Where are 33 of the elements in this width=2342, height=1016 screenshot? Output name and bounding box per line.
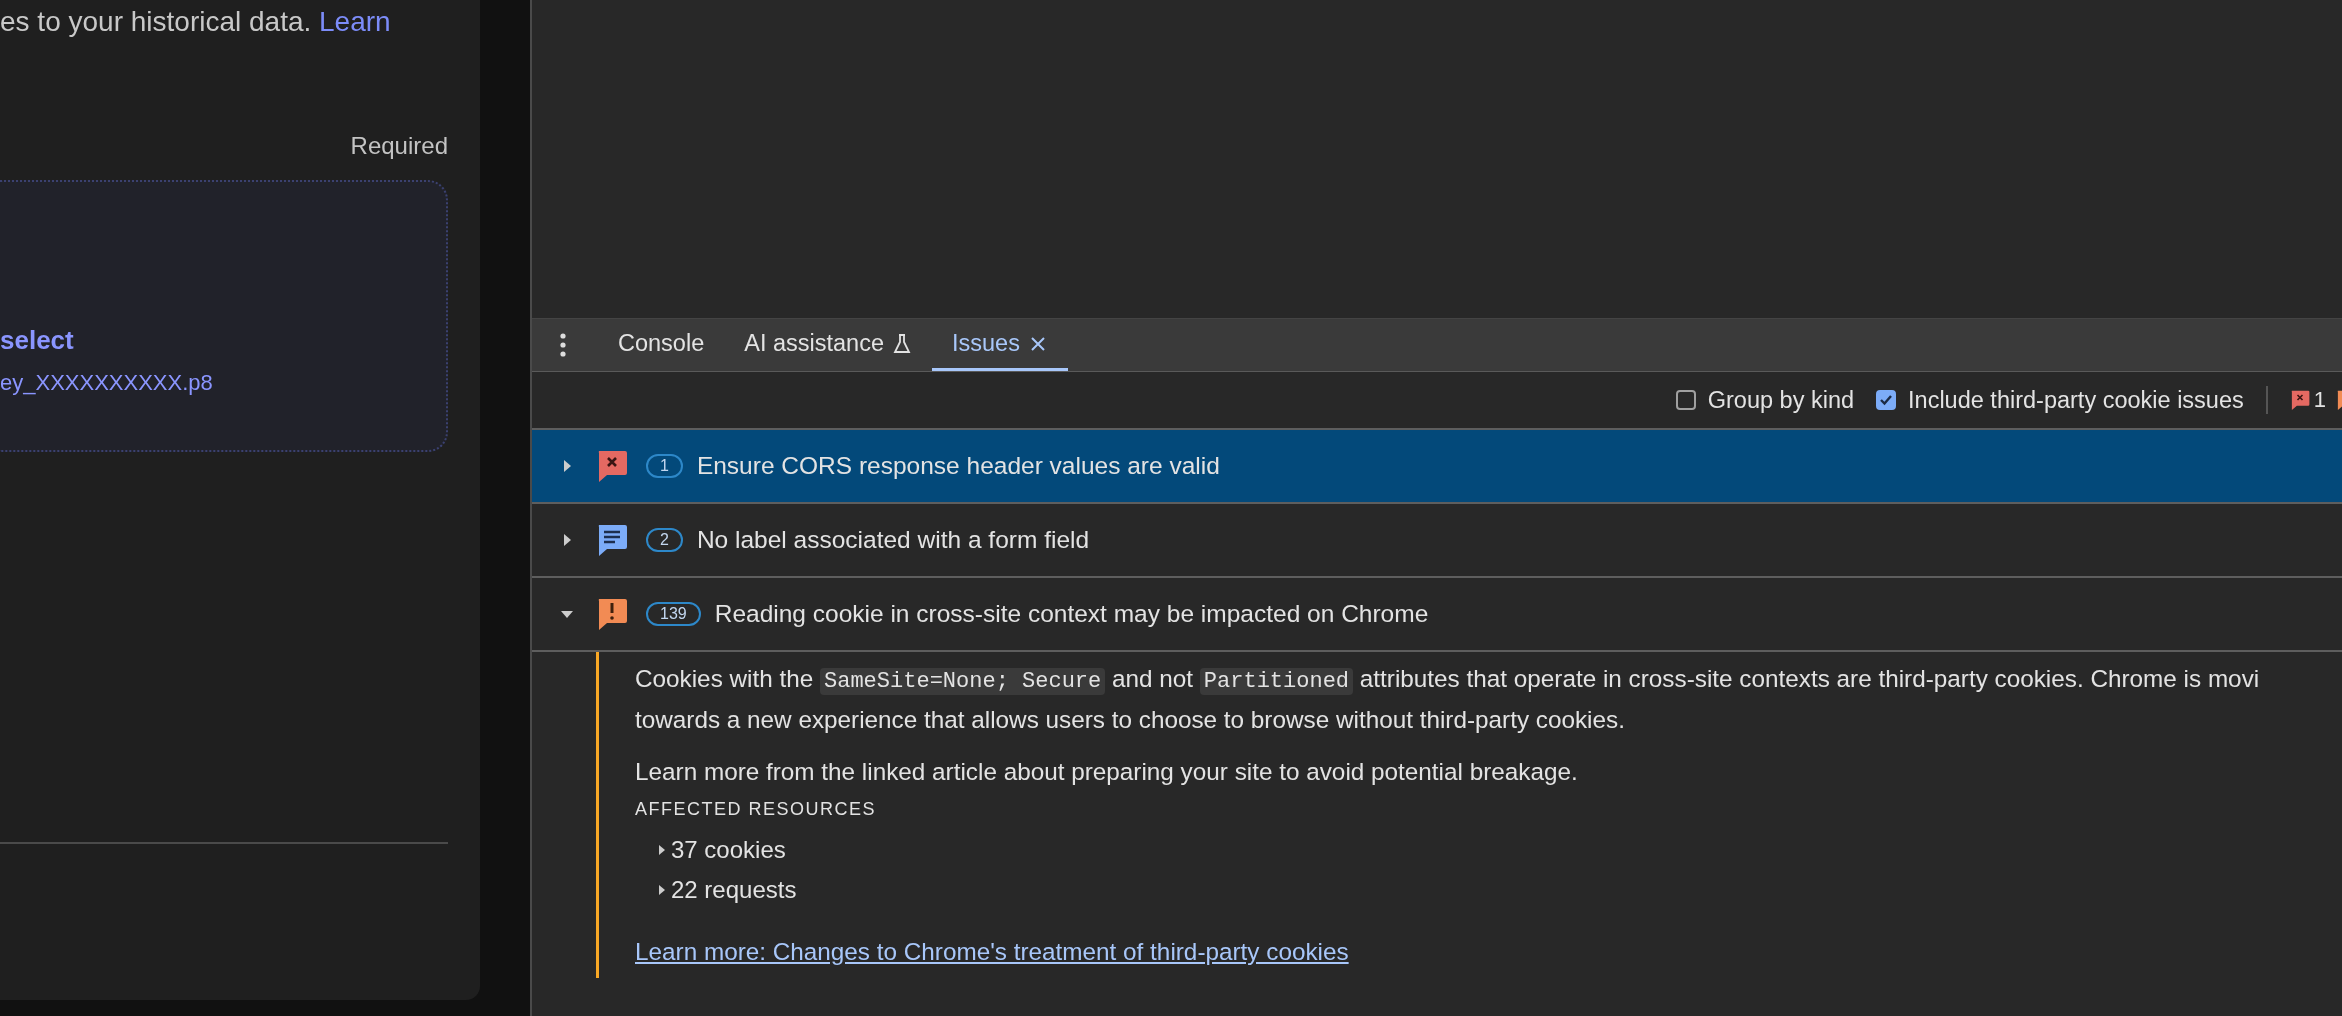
checkmark-icon [1879, 393, 1894, 407]
count-badge: 2 [646, 528, 683, 552]
description-text: es to your historical data. Learn [0, 6, 392, 38]
resource-toggle[interactable]: 22 requests [635, 870, 797, 910]
count-badge: 139 [646, 602, 701, 626]
issue-description: Cookies with the SameSite=None; Secure and not Partitioned attributes that operate in cross-site contexts are third-party cookies. Chrome is movi towards a new experience that allows users to choose to browse without third-party cookies. [635, 664, 2261, 735]
resource-toggle[interactable]: 37 cookies [635, 830, 786, 870]
checkbox[interactable]: Group by kind [1675, 386, 1855, 414]
file-name-text: ey_XXXXXXXXXX.p8 [0, 370, 213, 396]
issue-row[interactable]: 139 Reading cookie in cross-site context may be impacted on Chrome [532, 578, 2342, 652]
panel-tab[interactable]: Console [598, 319, 725, 371]
panel-tab[interactable]: Issues [932, 319, 1068, 371]
required-label: Required [350, 132, 448, 160]
panel-tab[interactable]: AI assistance [724, 319, 932, 371]
issue-description: Learn more from the linked article about preparing your site to avoid potential breakage. [635, 757, 1579, 787]
flask-icon [892, 332, 912, 355]
issue-row[interactable]: 1 Ensure CORS response header values are valid [532, 430, 2342, 504]
issue-title: No label associated with a form field [696, 526, 1090, 554]
message-lines-icon [596, 523, 628, 557]
select-link[interactable]: select [0, 325, 74, 356]
checkbox[interactable]: Include third-party cookie issues [1876, 386, 2244, 414]
issue-row[interactable]: 2 No label associated with a form field [532, 504, 2342, 578]
more-options-icon[interactable] [558, 332, 568, 358]
issue-count[interactable]: 1 [2289, 387, 2326, 413]
error-message-icon [2289, 389, 2310, 411]
count-badge: 1 [646, 454, 683, 478]
issue-title: Ensure CORS response header values are valid [696, 452, 1220, 480]
learn-link[interactable]: Learn [319, 6, 391, 37]
file-drop-zone[interactable]: select ey_XXXXXXXXXX.p8 [0, 180, 448, 452]
section-heading: AFFECTED RESOURCES [635, 799, 878, 820]
error-message-icon [596, 449, 628, 483]
issue-title: Reading cookie in cross-site context may be impacted on Chrome [714, 600, 1429, 628]
article-link[interactable]: Learn more: Changes to Chrome's treatment of third-party cookies [635, 938, 1349, 966]
